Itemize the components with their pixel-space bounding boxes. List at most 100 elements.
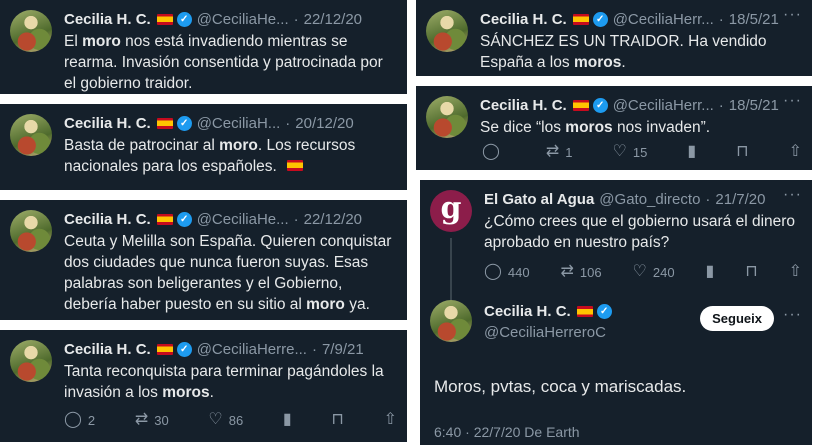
like-button[interactable]: ♡ 15 — [613, 144, 648, 160]
tweet-text-segment: nos invaden”. — [612, 119, 711, 136]
highlighted-word: moro — [306, 296, 345, 313]
tweet-text: El moro nos está invadiendo mientras se … — [64, 31, 393, 94]
author-handle[interactable]: @CeciliaHe... — [197, 11, 289, 28]
author-name[interactable]: Cecilia H. C. — [480, 11, 567, 28]
verified-icon: ✓ — [592, 97, 608, 113]
author-name[interactable]: Cecilia H. C. — [64, 341, 151, 358]
highlighted-word: moros — [573, 54, 622, 71]
reply-button[interactable]: ◯ 440 — [484, 264, 530, 280]
tweet-time[interactable]: 18/5/21 — [729, 97, 779, 114]
avatar[interactable] — [10, 114, 52, 156]
author-name[interactable]: Cecilia H. C. — [484, 303, 571, 320]
tweet-text-segment: ya. — [344, 296, 370, 313]
like-button[interactable]: ♡ 86 — [208, 412, 243, 428]
reply-button[interactable]: ◯ 2 — [64, 412, 95, 428]
retweet-button[interactable]: ⇄ 1 — [546, 144, 573, 160]
verified-icon: ✓ — [176, 115, 192, 131]
follow-button[interactable]: Segueix — [700, 306, 774, 331]
tweet-timestamp: 6:40 · 22/7/20 De Earth — [434, 424, 580, 440]
el-gato-logo[interactable]: g — [430, 190, 472, 232]
bookmark-icon: ⊓ — [736, 143, 749, 160]
time-separator: · — [718, 96, 724, 114]
tweet-text-segment: . — [209, 384, 214, 401]
tweet-text: Tanta reconquista para terminar pagándol… — [64, 361, 393, 403]
reply-button[interactable]: ◯ — [482, 144, 506, 160]
tweet-card[interactable]: Cecilia H. C. ✓ @CeciliaHerr... · 18/5/2… — [416, 86, 812, 170]
retweet-count: 1 — [565, 144, 573, 160]
author-name[interactable]: Cecilia H. C. — [64, 115, 151, 132]
avatar[interactable] — [426, 10, 468, 52]
tweet-text-segment: El — [64, 33, 83, 50]
share-button[interactable]: ⇧ — [789, 144, 802, 160]
tweet-text-segment: Moros, pvtas, coca y mariscadas. — [434, 377, 687, 396]
views-icon: ▮ — [705, 263, 715, 280]
more-options-button[interactable]: ··· — [783, 6, 802, 24]
tweet-thread[interactable]: g El Gato al Agua @Gato_directo · 21/7/2… — [420, 180, 812, 445]
avatar[interactable] — [10, 340, 52, 382]
avatar[interactable] — [430, 300, 472, 342]
tweet-text: Se dice “los moros nos invaden”. — [480, 117, 798, 138]
more-options-button[interactable]: ··· — [783, 306, 802, 324]
tweet-card[interactable]: Cecilia H. C. ✓ @CeciliaH... · 20/12/20 … — [0, 104, 407, 190]
bookmark-button[interactable]: ⊓ — [736, 144, 748, 160]
author-handle[interactable]: @CeciliaH... — [197, 115, 281, 132]
retweet-button[interactable]: ⇄ 30 — [135, 412, 169, 428]
author-handle[interactable]: @CeciliaHerr... — [613, 11, 714, 28]
like-count: 240 — [652, 264, 675, 280]
tweet-card[interactable]: Cecilia H. C. ✓ @CeciliaHe... · 22/12/20… — [0, 0, 407, 94]
author-name[interactable]: Cecilia H. C. — [64, 211, 151, 228]
tweet-time[interactable]: 18/5/21 — [729, 11, 779, 28]
author-handle[interactable]: @Gato_directo — [599, 191, 700, 208]
tweet-header: Cecilia H. C. ✓ — [484, 300, 682, 322]
bookmark-button[interactable]: ⊓ — [745, 264, 757, 280]
tweet-card[interactable]: Cecilia H. C. ✓ @CeciliaHe... · 22/12/20… — [0, 200, 407, 320]
share-icon: ⇧ — [383, 411, 397, 428]
author-name[interactable]: El Gato al Agua — [484, 191, 594, 208]
tweet-text: Basta de patrocinar al moro. Los recurso… — [64, 135, 393, 177]
reply-icon: ◯ — [484, 263, 502, 280]
avatar[interactable] — [10, 210, 52, 252]
tweet-card[interactable]: Cecilia H. C. ✓ @CeciliaHerr... · 18/5/2… — [416, 0, 812, 76]
share-button[interactable]: ⇧ — [789, 264, 802, 280]
views-icon: ▮ — [282, 411, 292, 428]
retweet-button[interactable]: ⇄ 106 — [561, 264, 602, 280]
author-handle[interactable]: @CeciliaHerr... — [613, 97, 714, 114]
tweet-time[interactable]: 7/9/21 — [322, 341, 364, 358]
like-button[interactable]: ♡ 240 — [633, 264, 675, 280]
bookmark-button[interactable]: ⊓ — [331, 412, 343, 428]
time-separator: · — [293, 210, 299, 228]
verified-icon: ✓ — [596, 303, 612, 319]
share-button[interactable]: ⇧ — [384, 412, 397, 428]
more-options-button[interactable]: ··· — [783, 92, 802, 110]
views-button[interactable]: ▮ — [687, 144, 696, 160]
tweet-text: ¿Cómo crees que el gobierno usará el din… — [484, 211, 798, 253]
views-icon: ▮ — [687, 143, 697, 160]
verified-icon: ✓ — [592, 11, 608, 27]
tweet-header: El Gato al Agua @Gato_directo · 21/7/20 — [484, 188, 780, 210]
highlighted-word: moros — [565, 119, 613, 136]
author-handle[interactable]: @CeciliaHe... — [197, 211, 289, 228]
views-button[interactable]: ▮ — [283, 412, 292, 428]
author-handle[interactable]: @CeciliaHerre... — [197, 341, 307, 358]
author-handle[interactable]: @CeciliaHerreroC — [484, 324, 606, 341]
avatar[interactable] — [426, 96, 468, 138]
bookmark-icon: ⊓ — [745, 263, 758, 280]
author-name[interactable]: Cecilia H. C. — [480, 97, 567, 114]
bookmark-icon: ⊓ — [331, 411, 344, 428]
share-icon: ⇧ — [788, 263, 802, 280]
tweet-text-segment: Basta de patrocinar al — [64, 137, 220, 154]
tweet-card[interactable]: Cecilia H. C. ✓ @CeciliaHerre... · 7/9/2… — [0, 330, 407, 442]
tweet-time[interactable]: 20/12/20 — [295, 115, 353, 132]
author-name[interactable]: Cecilia H. C. — [64, 11, 151, 28]
like-icon: ♡ — [208, 411, 223, 428]
tweet-time[interactable]: 22/12/20 — [304, 211, 362, 228]
more-options-button[interactable]: ··· — [783, 186, 802, 204]
retweet-icon: ⇄ — [545, 143, 560, 160]
highlighted-word: moro — [219, 137, 258, 154]
spain-flag-icon — [576, 305, 593, 317]
avatar[interactable] — [10, 10, 52, 52]
tweet-time[interactable]: 21/7/20 — [715, 191, 765, 208]
views-button[interactable]: ▮ — [705, 264, 714, 280]
reply-count: 440 — [507, 264, 530, 280]
tweet-time[interactable]: 22/12/20 — [304, 11, 362, 28]
